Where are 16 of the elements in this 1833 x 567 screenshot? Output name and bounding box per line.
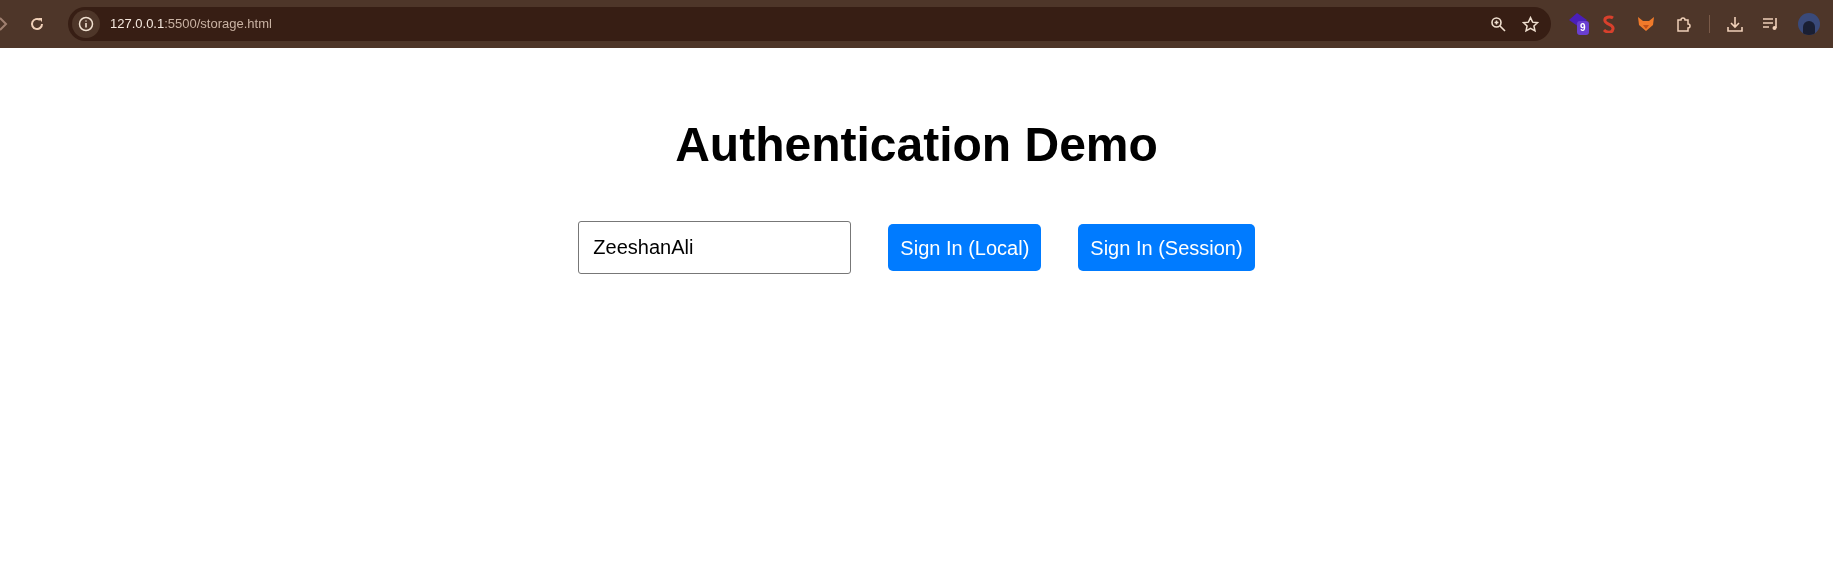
reload-icon[interactable] — [28, 15, 46, 33]
puzzle-icon[interactable] — [1675, 15, 1693, 33]
site-info-icon[interactable] — [72, 10, 100, 38]
page-title: Authentication Demo — [675, 121, 1158, 169]
forward-icon[interactable] — [0, 16, 10, 32]
username-field[interactable]: ZeeshanAli — [578, 221, 852, 274]
download-icon[interactable] — [1726, 15, 1744, 33]
sign-in-button[interactable]: Sign In (Session) — [1078, 224, 1255, 271]
fox-icon[interactable] — [1637, 16, 1655, 32]
zoom-icon[interactable] — [1490, 16, 1506, 32]
media-queue-icon[interactable] — [1762, 16, 1780, 32]
address-bar[interactable]: 127.0.0.1:5500/storage.html — [68, 7, 1551, 41]
url-text[interactable]: 127.0.0.1:5500/storage.html — [110, 14, 272, 34]
sign-in-button[interactable]: Sign In (Local) — [888, 224, 1042, 271]
star-icon[interactable] — [1522, 15, 1539, 33]
extension-badge: 9 — [1577, 21, 1589, 35]
